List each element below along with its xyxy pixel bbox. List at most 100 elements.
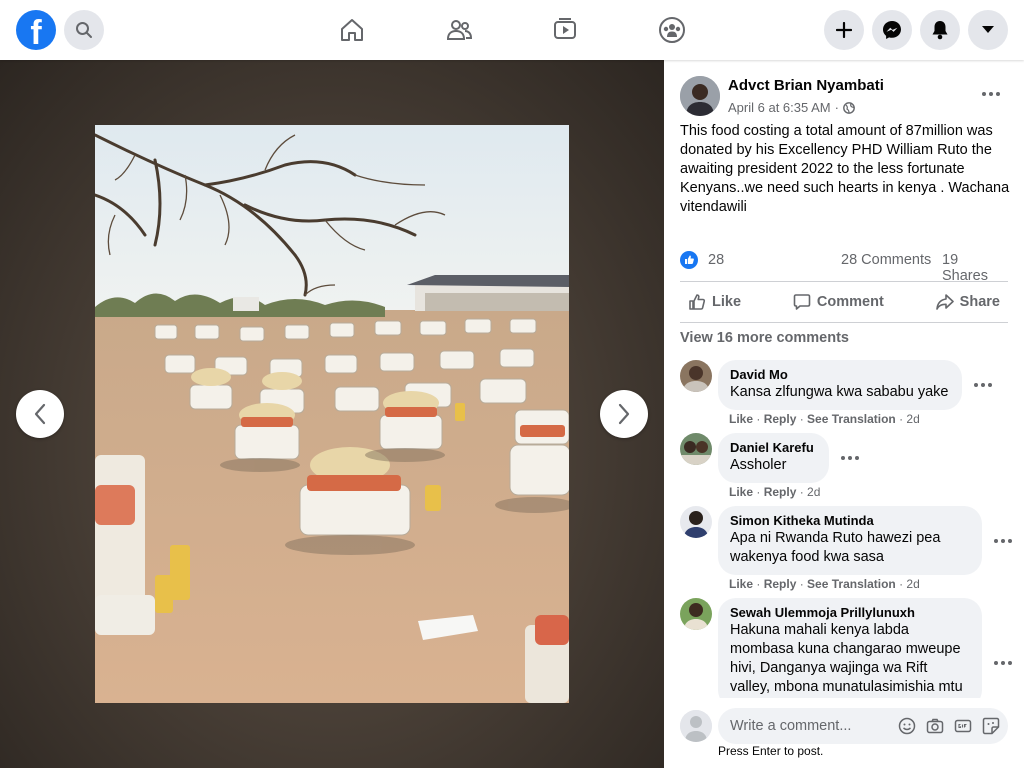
comment-button[interactable]: Comment bbox=[785, 293, 892, 311]
reaction-count[interactable]: 28 bbox=[708, 252, 724, 268]
comment-time[interactable]: 2d bbox=[906, 412, 919, 426]
comment-options-button[interactable] bbox=[994, 539, 1012, 543]
photo-viewer bbox=[0, 60, 664, 768]
comment-text: Apa ni Rwanda Ruto hawezi pea wakenya fo… bbox=[730, 530, 941, 565]
comment-bubble: Sewah Ulemmoja Prillylunuxh Hakuna mahal… bbox=[718, 598, 982, 698]
globe-icon bbox=[843, 101, 855, 114]
like-reaction-icon bbox=[680, 251, 698, 269]
notifications-icon bbox=[932, 21, 948, 40]
sticker-icon[interactable] bbox=[982, 717, 1000, 735]
commenter-avatar[interactable] bbox=[680, 360, 712, 392]
comment-like-link[interactable]: Like bbox=[729, 485, 753, 499]
groups-icon bbox=[659, 17, 685, 43]
nav-home[interactable] bbox=[334, 12, 370, 48]
camera-icon[interactable] bbox=[926, 717, 944, 735]
messenger-icon bbox=[883, 21, 901, 39]
comment-time[interactable]: 2d bbox=[807, 485, 820, 499]
commenter-name[interactable]: Sewah Ulemmoja Prillylunuxh bbox=[730, 605, 970, 621]
comment-actions: Like · Reply · See Translation · 2d bbox=[729, 577, 920, 591]
account-menu-button[interactable] bbox=[968, 10, 1008, 50]
search-icon bbox=[76, 22, 92, 38]
commenter-name[interactable]: David Mo bbox=[730, 367, 950, 383]
nav-watch[interactable] bbox=[547, 12, 583, 48]
chevron-right-icon bbox=[618, 403, 630, 425]
create-button[interactable] bbox=[824, 10, 864, 50]
top-navigation-bar: f bbox=[0, 0, 1024, 60]
comment-actions: Like · Reply · 2d bbox=[729, 485, 821, 499]
comment-item: Daniel Karefu Assholer Like · Reply · 2d bbox=[680, 433, 1020, 503]
friends-icon bbox=[446, 20, 473, 40]
commenter-name[interactable]: Simon Kitheka Mutinda bbox=[730, 513, 970, 529]
comment-item: David Mo Kansa zlfungwa kwa sababu yake … bbox=[680, 360, 1020, 430]
facebook-logo[interactable]: f bbox=[16, 10, 56, 50]
comment-options-button[interactable] bbox=[974, 383, 992, 387]
comment-composer: Write a comment... bbox=[680, 708, 1008, 744]
comment-like-link[interactable]: Like bbox=[729, 577, 753, 591]
comment-bubble: Simon Kitheka Mutinda Apa ni Rwanda Ruto… bbox=[718, 506, 982, 575]
divider bbox=[680, 281, 1008, 282]
comments-count[interactable]: 28 Comments bbox=[841, 252, 931, 268]
comment-bubble: Daniel Karefu Assholer bbox=[718, 433, 829, 483]
gif-icon[interactable] bbox=[954, 717, 972, 735]
comment-text: Assholer bbox=[730, 457, 787, 473]
previous-photo-button[interactable] bbox=[16, 390, 64, 438]
notifications-button[interactable] bbox=[920, 10, 960, 50]
comment-item: Sewah Ulemmoja Prillylunuxh Hakuna mahal… bbox=[680, 598, 1020, 698]
comment-label: Comment bbox=[816, 294, 884, 310]
post-date[interactable]: April 6 at 6:35 AM bbox=[728, 100, 831, 115]
comment-bubble: David Mo Kansa zlfungwa kwa sababu yake bbox=[718, 360, 962, 410]
comment-options-button[interactable] bbox=[994, 661, 1012, 665]
nav-groups[interactable] bbox=[654, 12, 690, 48]
thumbs-up-icon bbox=[689, 294, 706, 310]
comment-reply-link[interactable]: Reply bbox=[764, 485, 797, 499]
home-icon bbox=[341, 19, 363, 41]
like-button[interactable]: Like bbox=[680, 293, 749, 311]
comment-item: Simon Kitheka Mutinda Apa ni Rwanda Ruto… bbox=[680, 506, 1020, 596]
post-author-name[interactable]: Advct Brian Nyambati bbox=[728, 77, 884, 94]
meta-separator: · bbox=[834, 100, 839, 115]
post-photo bbox=[95, 125, 569, 703]
view-more-comments-link[interactable]: View 16 more comments bbox=[680, 330, 849, 346]
comment-like-link[interactable]: Like bbox=[729, 412, 753, 426]
food-aid-photo bbox=[95, 125, 569, 703]
post-options-button[interactable] bbox=[982, 92, 1000, 96]
post-actions: Like Comment Share bbox=[680, 286, 1008, 318]
next-photo-button[interactable] bbox=[600, 390, 648, 438]
comment-reply-link[interactable]: Reply bbox=[764, 577, 797, 591]
comment-reply-link[interactable]: Reply bbox=[764, 412, 797, 426]
comment-time[interactable]: 2d bbox=[906, 577, 919, 591]
share-label: Share bbox=[959, 294, 1000, 310]
comment-options-button[interactable] bbox=[841, 456, 859, 460]
see-translation-link[interactable]: See Translation bbox=[807, 412, 896, 426]
comment-text: Hakuna mahali kenya labda mombasa kuna c… bbox=[730, 622, 963, 695]
comment-text: Kansa zlfungwa kwa sababu yake bbox=[730, 384, 949, 400]
comment-placeholder: Write a comment... bbox=[730, 718, 852, 734]
post-meta: April 6 at 6:35 AM · bbox=[728, 100, 855, 115]
like-label: Like bbox=[712, 294, 742, 310]
composer-tools bbox=[898, 717, 1000, 735]
divider bbox=[680, 322, 1008, 323]
current-user-avatar bbox=[680, 710, 712, 742]
share-button[interactable]: Share bbox=[928, 293, 1008, 311]
commenter-name[interactable]: Daniel Karefu bbox=[730, 440, 817, 456]
commenter-avatar[interactable] bbox=[680, 598, 712, 630]
comment-input[interactable]: Write a comment... bbox=[718, 708, 1008, 744]
nav-friends[interactable] bbox=[441, 12, 477, 48]
post-stats: 28 28 Comments 19 Shares bbox=[680, 250, 1008, 284]
messenger-button[interactable] bbox=[872, 10, 912, 50]
chevron-left-icon bbox=[34, 403, 46, 425]
press-enter-hint: Press Enter to post. bbox=[718, 744, 824, 758]
commenter-avatar[interactable] bbox=[680, 506, 712, 538]
search-button[interactable] bbox=[64, 10, 104, 50]
commenter-avatar[interactable] bbox=[680, 433, 712, 465]
create-icon bbox=[836, 22, 852, 38]
post-details-panel: Advct Brian Nyambati April 6 at 6:35 AM … bbox=[664, 60, 1024, 768]
post-text: This food costing a total amount of 87mi… bbox=[680, 123, 1010, 215]
comment-actions: Like · Reply · See Translation · 2d bbox=[729, 412, 920, 426]
facebook-logo-letter: f bbox=[30, 14, 42, 50]
account-menu-icon bbox=[982, 26, 994, 33]
emoji-icon[interactable] bbox=[898, 717, 916, 735]
see-translation-link[interactable]: See Translation bbox=[807, 577, 896, 591]
author-avatar[interactable] bbox=[680, 76, 720, 116]
shares-count[interactable]: 19 Shares bbox=[942, 252, 1008, 284]
